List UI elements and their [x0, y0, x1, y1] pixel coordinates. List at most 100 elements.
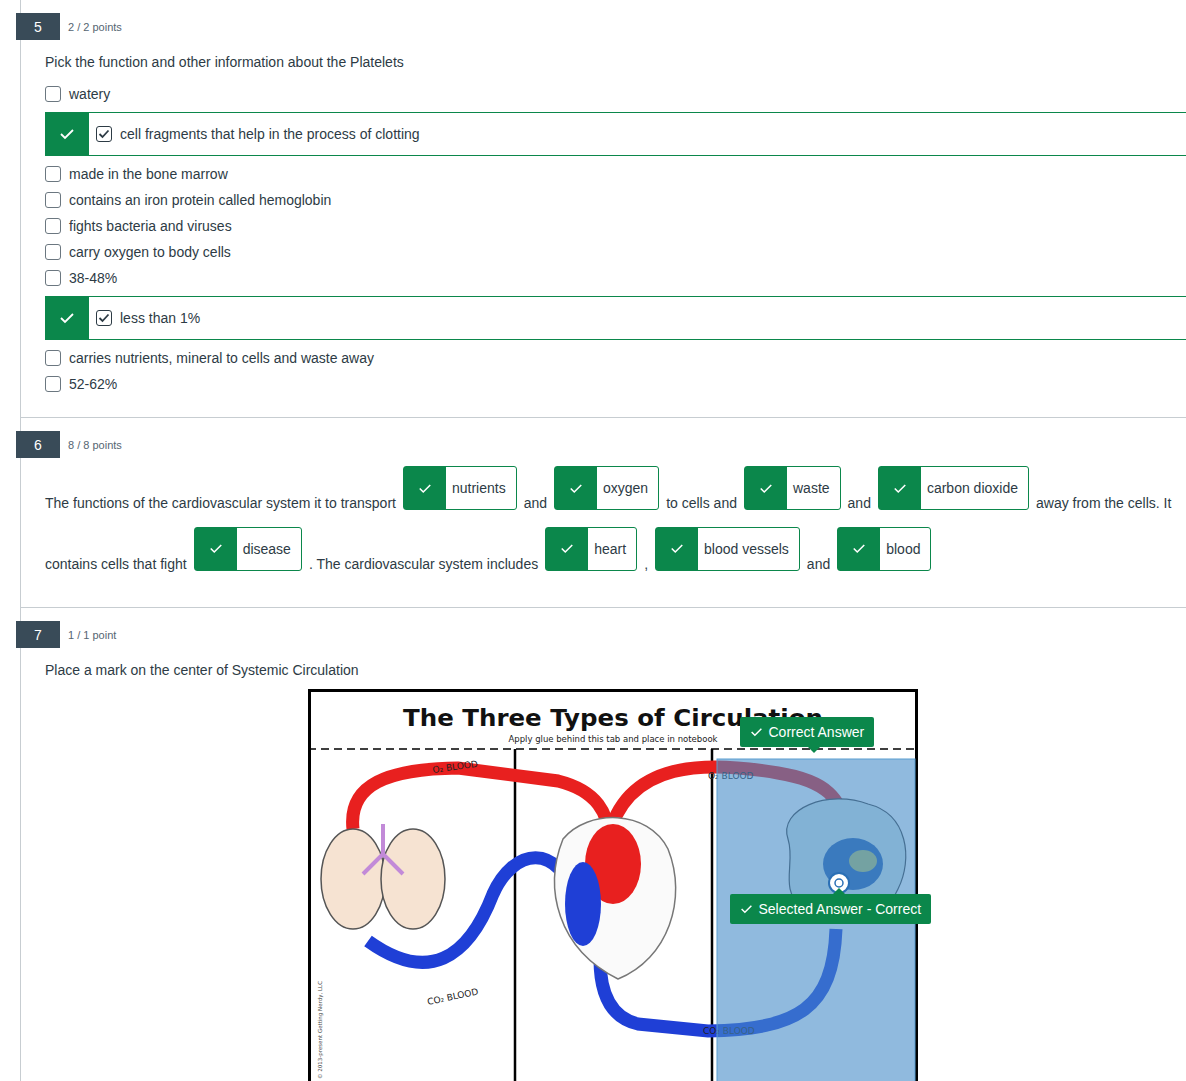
- option-row[interactable]: carries nutrients, mineral to cells and …: [45, 345, 1186, 371]
- fill-in-sentence: The functions of the cardiovascular syst…: [45, 458, 1186, 587]
- heart-icon: [554, 818, 675, 979]
- pulmonary-vein: [352, 768, 609, 839]
- circulation-diagram[interactable]: The Three Types of CirculationApply glue…: [308, 689, 918, 1081]
- checkbox[interactable]: [45, 166, 61, 182]
- correct-mark: [195, 528, 237, 570]
- option-row[interactable]: carry oxygen to body cells: [45, 239, 1186, 265]
- quiz-results: 52 / 2 points Pick the function and other…: [0, 0, 1186, 1081]
- check-icon: [98, 313, 110, 323]
- selected-answer-tooltip: Selected Answer - Correct: [730, 894, 932, 924]
- question-points: 2 / 2 points: [68, 21, 122, 33]
- option-label: fights bacteria and viruses: [69, 217, 232, 235]
- option-row[interactable]: less than 1%: [45, 296, 1186, 340]
- sentence-text: and: [807, 555, 830, 571]
- check-icon: [740, 904, 753, 914]
- question-number: 7: [16, 621, 60, 648]
- sentence-text: and: [524, 495, 547, 511]
- answer-blank[interactable]: waste: [744, 466, 841, 510]
- checkbox[interactable]: [45, 192, 61, 208]
- option-label: contains an iron protein called hemoglob…: [69, 191, 331, 209]
- option-row[interactable]: 38-48%: [45, 265, 1186, 291]
- check-icon: [418, 483, 432, 494]
- question: 68 / 8 pointsThe functions of the cardio…: [20, 418, 1186, 608]
- sentence-text: and: [848, 495, 871, 511]
- correct-mark: [656, 528, 698, 570]
- checkbox[interactable]: [45, 270, 61, 286]
- option-label: watery: [69, 85, 110, 103]
- answer-blank[interactable]: carbon dioxide: [878, 466, 1029, 510]
- correct-mark: [838, 528, 880, 570]
- question-header: 6 8 / 8 points: [16, 431, 1186, 458]
- correct-mark: [879, 467, 921, 509]
- checkbox[interactable]: [96, 310, 112, 326]
- question-prompt: Pick the function and other information …: [45, 53, 1186, 71]
- answer-blank[interactable]: heart: [545, 527, 637, 571]
- check-icon: [98, 129, 110, 139]
- answer-blank[interactable]: disease: [194, 527, 302, 571]
- checkbox[interactable]: [45, 350, 61, 366]
- answer-blank[interactable]: blood: [837, 527, 931, 571]
- question-points: 1 / 1 point: [68, 629, 116, 641]
- vessel-label: O₂ BLOOD: [431, 759, 478, 775]
- blank-answer: nutrients: [446, 467, 516, 509]
- sentence-text: to cells and: [666, 495, 737, 511]
- correct-mark: [45, 297, 89, 339]
- checkbox[interactable]: [96, 126, 112, 142]
- option-row[interactable]: fights bacteria and viruses: [45, 213, 1186, 239]
- check-icon: [59, 312, 75, 324]
- option-label: carry oxygen to body cells: [69, 243, 231, 261]
- check-icon: [893, 483, 907, 494]
- check-icon: [852, 543, 866, 554]
- check-icon: [750, 727, 763, 737]
- vessel-label: CO₂ BLOOD: [426, 986, 479, 1007]
- diagram-subtitle: Apply glue behind this tab and place in …: [508, 734, 717, 744]
- check-icon: [569, 483, 583, 494]
- checkbox[interactable]: [45, 244, 61, 260]
- option-row[interactable]: cell fragments that help in the process …: [45, 112, 1186, 156]
- lungs-icon: [321, 824, 445, 929]
- answer-blank[interactable]: blood vessels: [655, 527, 800, 571]
- answer-blank[interactable]: nutrients: [403, 466, 517, 510]
- check-icon: [59, 128, 75, 140]
- answer-blank[interactable]: oxygen: [554, 466, 659, 510]
- question-header: 7 1 / 1 point: [16, 621, 1186, 648]
- question-number: 6: [16, 431, 60, 458]
- sentence-text: . The cardiovascular system includes: [309, 555, 538, 571]
- blank-answer: blood vessels: [698, 528, 799, 570]
- sentence-text: The functions of the cardiovascular syst…: [45, 495, 396, 511]
- correct-mark: [745, 467, 787, 509]
- option-label: 52-62%: [69, 375, 117, 393]
- blank-answer: oxygen: [597, 467, 658, 509]
- question-prompt: Place a mark on the center of Systemic C…: [45, 661, 1186, 679]
- option-label: made in the bone marrow: [69, 165, 228, 183]
- option-label: carries nutrients, mineral to cells and …: [69, 349, 374, 367]
- question-points: 8 / 8 points: [68, 439, 122, 451]
- check-icon: [560, 543, 574, 554]
- option-row[interactable]: watery: [45, 81, 1186, 107]
- option-row[interactable]: 52-62%: [45, 371, 1186, 397]
- blank-answer: heart: [588, 528, 636, 570]
- question: 71 / 1 pointPlace a mark on the center o…: [20, 608, 1186, 1081]
- option-list: watery cell fragments that help in the pr…: [45, 81, 1186, 397]
- option-label: less than 1%: [120, 309, 200, 327]
- check-icon: [670, 543, 684, 554]
- correct-mark: [546, 528, 588, 570]
- hotspot-image[interactable]: The Three Types of CirculationApply glue…: [308, 689, 918, 1081]
- option-label: 38-48%: [69, 269, 117, 287]
- correct-mark: [555, 467, 597, 509]
- check-icon: [209, 543, 223, 554]
- correct-mark: [404, 467, 446, 509]
- checkbox[interactable]: [45, 86, 61, 102]
- sentence-text: ,: [644, 555, 648, 571]
- correct-answer-tooltip: Correct Answer: [740, 717, 875, 747]
- option-label: cell fragments that help in the process …: [120, 125, 420, 143]
- copyright-text: © 2013-present Getting Nerdy, LLC: [317, 981, 324, 1079]
- blank-answer: disease: [237, 528, 301, 570]
- option-row[interactable]: made in the bone marrow: [45, 161, 1186, 187]
- checkbox[interactable]: [45, 376, 61, 392]
- question-header: 52 / 2 points: [16, 13, 1186, 40]
- checkbox[interactable]: [45, 218, 61, 234]
- blank-answer: blood: [880, 528, 930, 570]
- check-icon: [759, 483, 773, 494]
- option-row[interactable]: contains an iron protein called hemoglob…: [45, 187, 1186, 213]
